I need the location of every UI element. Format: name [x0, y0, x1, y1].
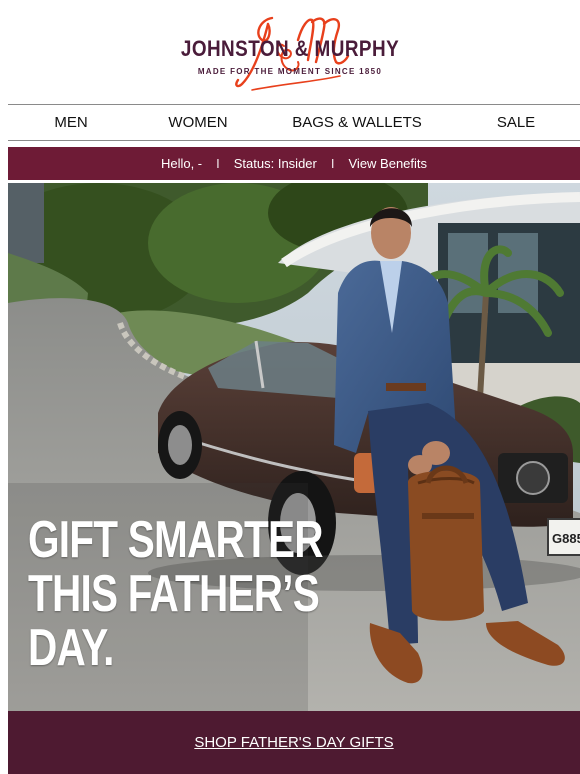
brand-logo[interactable]: JOHNSTON & MURPHY MADE FOR THE MOMENT SI… — [0, 0, 580, 104]
brand-wordmark: JOHNSTON & MURPHY — [180, 36, 400, 61]
shop-fathers-day-gifts-link[interactable]: SHOP FATHER'S DAY GIFTS — [194, 734, 393, 751]
headline-line: THIS FATHER’S — [28, 565, 320, 623]
status-separator: I — [330, 156, 335, 171]
headline-line: DAY. — [28, 619, 114, 677]
headline-line: GIFT SMARTER — [28, 511, 324, 569]
loyalty-status-text: Status: Insider — [233, 156, 317, 171]
license-plate-text: G885 — [552, 531, 580, 546]
hero-headline: GIFT SMARTER THIS FATHER’S DAY. — [28, 511, 324, 677]
member-status-bar: Hello, - I Status: Insider I View Benefi… — [8, 147, 580, 180]
status-separator: I — [216, 156, 220, 171]
nav-item-women[interactable]: WOMEN — [134, 114, 262, 131]
brand-tagline: MADE FOR THE MOMENT SINCE 1850 — [197, 67, 383, 76]
nav-item-men[interactable]: MEN — [8, 114, 134, 131]
main-nav: MEN WOMEN BAGS & WALLETS SALE — [8, 105, 580, 140]
nav-item-sale[interactable]: SALE — [452, 114, 580, 131]
email-header: JOHNSTON & MURPHY MADE FOR THE MOMENT SI… — [0, 0, 580, 104]
cta-banner: SHOP FATHER'S DAY GIFTS — [8, 711, 580, 774]
nav-bottom-divider — [8, 140, 580, 141]
view-benefits-link[interactable]: View Benefits — [349, 156, 428, 171]
nav-item-bags-wallets[interactable]: BAGS & WALLETS — [262, 114, 452, 131]
greeting-text: Hello, - — [160, 156, 203, 171]
hero-banner[interactable]: G885 GIFT SMARTER T — [8, 183, 580, 711]
